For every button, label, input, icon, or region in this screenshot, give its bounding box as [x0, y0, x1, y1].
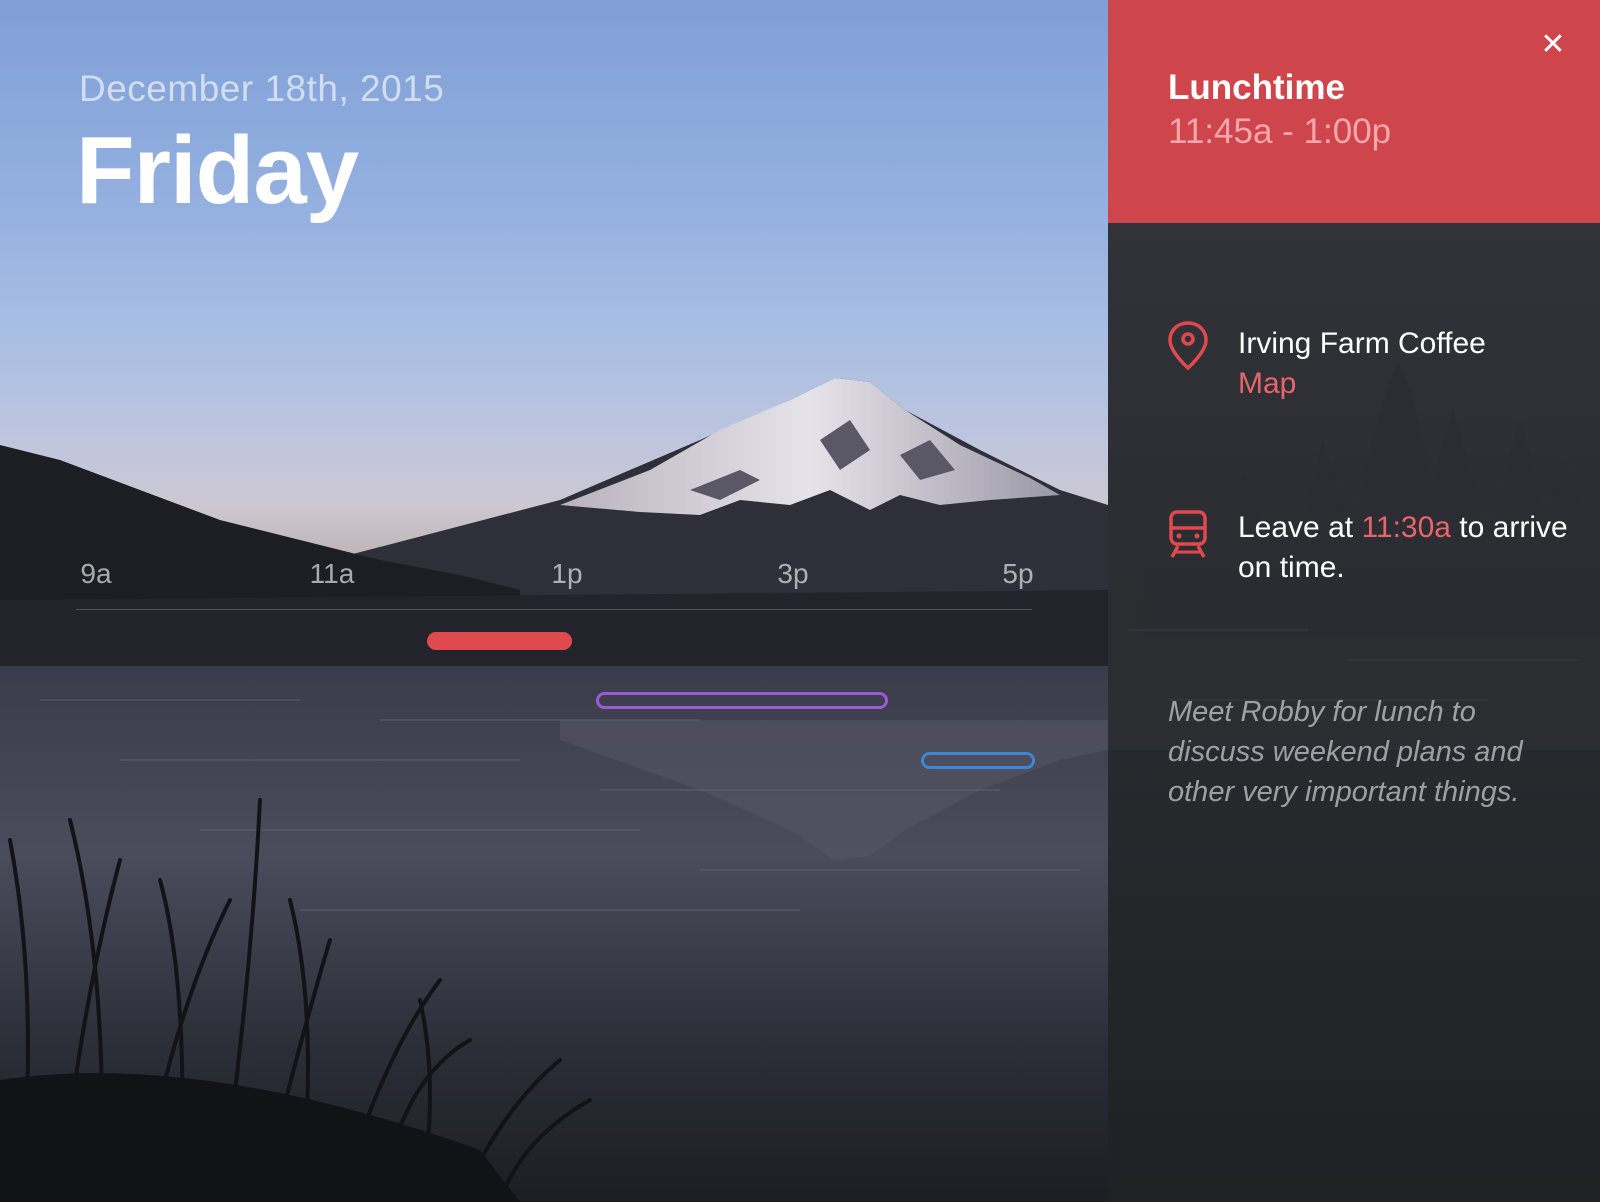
train-icon — [1169, 510, 1207, 558]
event-note: Meet Robby for lunch to discuss weekend … — [1168, 696, 1523, 808]
event-bar-2[interactable] — [596, 692, 888, 709]
close-icon: ✕ — [1540, 28, 1566, 61]
event-title: Lunchtime — [1168, 68, 1345, 107]
event-header: ✕ Lunchtime 11:45a - 1:00p — [1108, 0, 1600, 223]
departure-prefix: Leave at — [1238, 511, 1362, 544]
location-pin-icon — [1168, 321, 1208, 371]
departure-advice: Leave at 11:30a to arrive on time. — [1238, 508, 1568, 588]
timeline-axis — [76, 609, 1032, 610]
tick-label: 9a — [80, 558, 112, 589]
map-link[interactable]: Map — [1238, 367, 1296, 401]
event-bar-lunchtime[interactable] — [427, 632, 572, 650]
departure-time: 11:30a — [1361, 511, 1451, 544]
close-button[interactable]: ✕ — [1538, 30, 1568, 60]
weekday-title: Friday — [76, 117, 359, 224]
tick-label: 3p — [777, 558, 809, 589]
tick-label: 5p — [1002, 558, 1034, 589]
event-bar-3[interactable] — [921, 752, 1035, 769]
tick-label: 1p — [551, 558, 583, 589]
day-view: December 18th, 2015 Friday 9a 11a 1p 3p … — [0, 0, 1108, 1202]
calendar-app: December 18th, 2015 Friday 9a 11a 1p 3p … — [0, 0, 1600, 1202]
event-detail-panel: ✕ Lunchtime 11:45a - 1:00p Irving Farm C… — [1108, 0, 1600, 1202]
tick-label: 11a — [309, 558, 355, 589]
date-label: December 18th, 2015 — [79, 68, 445, 109]
location-name: Irving Farm Coffee — [1238, 327, 1486, 360]
event-time: 11:45a - 1:00p — [1168, 112, 1392, 151]
